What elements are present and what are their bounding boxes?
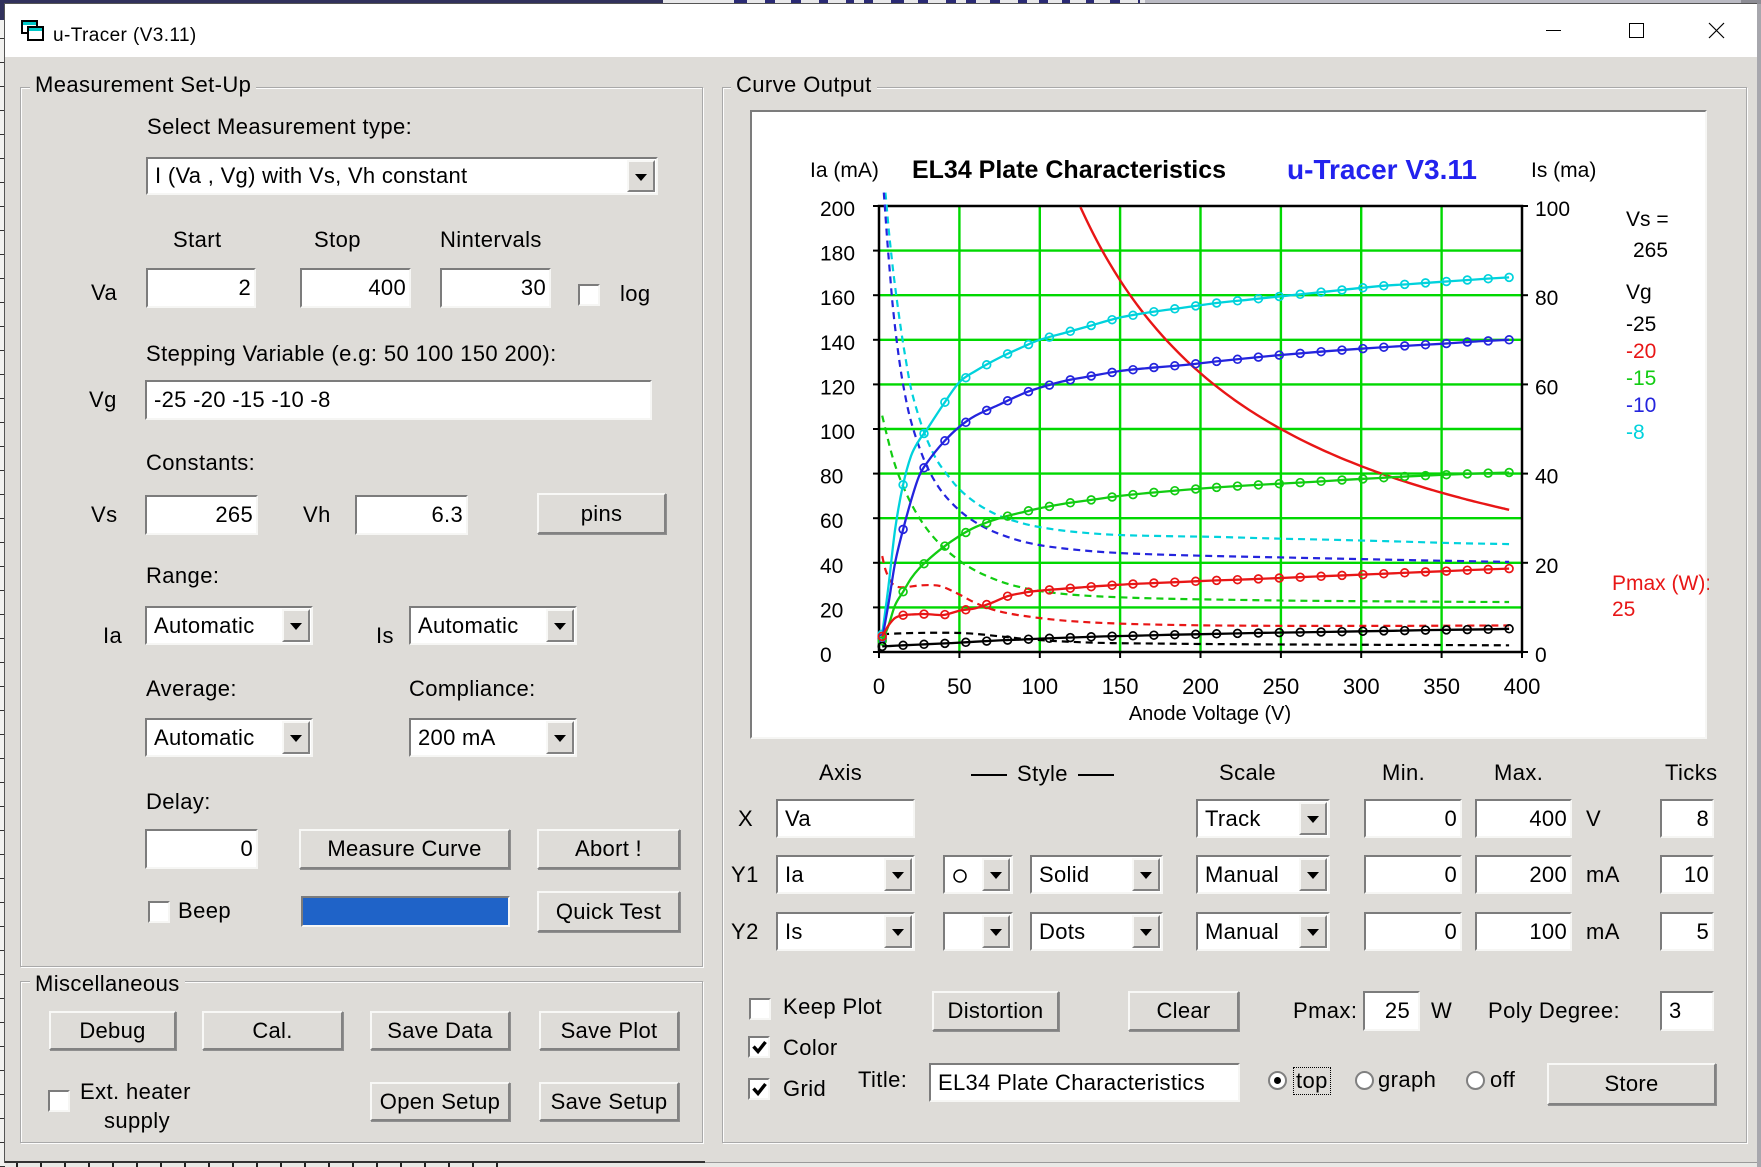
svg-text:-20: -20: [1626, 340, 1656, 363]
svg-text:200: 200: [1182, 674, 1219, 699]
svg-text:Vg: Vg: [1626, 281, 1652, 304]
svg-text:60: 60: [820, 510, 843, 533]
svg-text:200: 200: [820, 198, 855, 221]
svg-text:265: 265: [1633, 239, 1668, 262]
svg-text:u-Tracer V3.11: u-Tracer V3.11: [1287, 154, 1477, 185]
svg-text:250: 250: [1263, 674, 1300, 699]
svg-text:40: 40: [820, 555, 843, 578]
svg-text:0: 0: [820, 644, 832, 667]
svg-text:80: 80: [820, 466, 843, 489]
svg-text:Is (ma): Is (ma): [1531, 159, 1596, 182]
svg-text:140: 140: [820, 332, 855, 355]
svg-text:-15: -15: [1626, 367, 1656, 390]
svg-text:150: 150: [1102, 674, 1139, 699]
svg-text:Pmax (W):: Pmax (W):: [1612, 572, 1709, 595]
svg-text:-8: -8: [1626, 421, 1645, 444]
svg-text:100: 100: [820, 421, 855, 444]
svg-text:180: 180: [820, 243, 855, 266]
svg-text:0: 0: [1535, 644, 1547, 667]
svg-text:300: 300: [1343, 674, 1380, 699]
svg-text:25: 25: [1612, 598, 1635, 621]
svg-text:60: 60: [1535, 376, 1558, 399]
svg-text:Ia (mA): Ia (mA): [810, 159, 879, 182]
svg-text:Anode Voltage (V): Anode Voltage (V): [1129, 703, 1291, 725]
svg-text:-25: -25: [1626, 313, 1656, 336]
svg-text:160: 160: [820, 287, 855, 310]
svg-text:EL34 Plate Characteristics: EL34 Plate Characteristics: [912, 156, 1226, 184]
svg-text:20: 20: [1535, 555, 1558, 578]
svg-text:-10: -10: [1626, 394, 1656, 417]
svg-text:40: 40: [1535, 466, 1558, 489]
svg-text:50: 50: [947, 674, 971, 699]
svg-text:400: 400: [1504, 674, 1541, 699]
svg-text:80: 80: [1535, 287, 1558, 310]
svg-text:0: 0: [873, 674, 885, 699]
svg-text:100: 100: [1535, 198, 1570, 221]
svg-text:20: 20: [820, 599, 843, 622]
svg-text:120: 120: [820, 376, 855, 399]
svg-text:100: 100: [1021, 674, 1058, 699]
svg-text:350: 350: [1423, 674, 1460, 699]
svg-text:Vs =: Vs =: [1626, 208, 1669, 231]
